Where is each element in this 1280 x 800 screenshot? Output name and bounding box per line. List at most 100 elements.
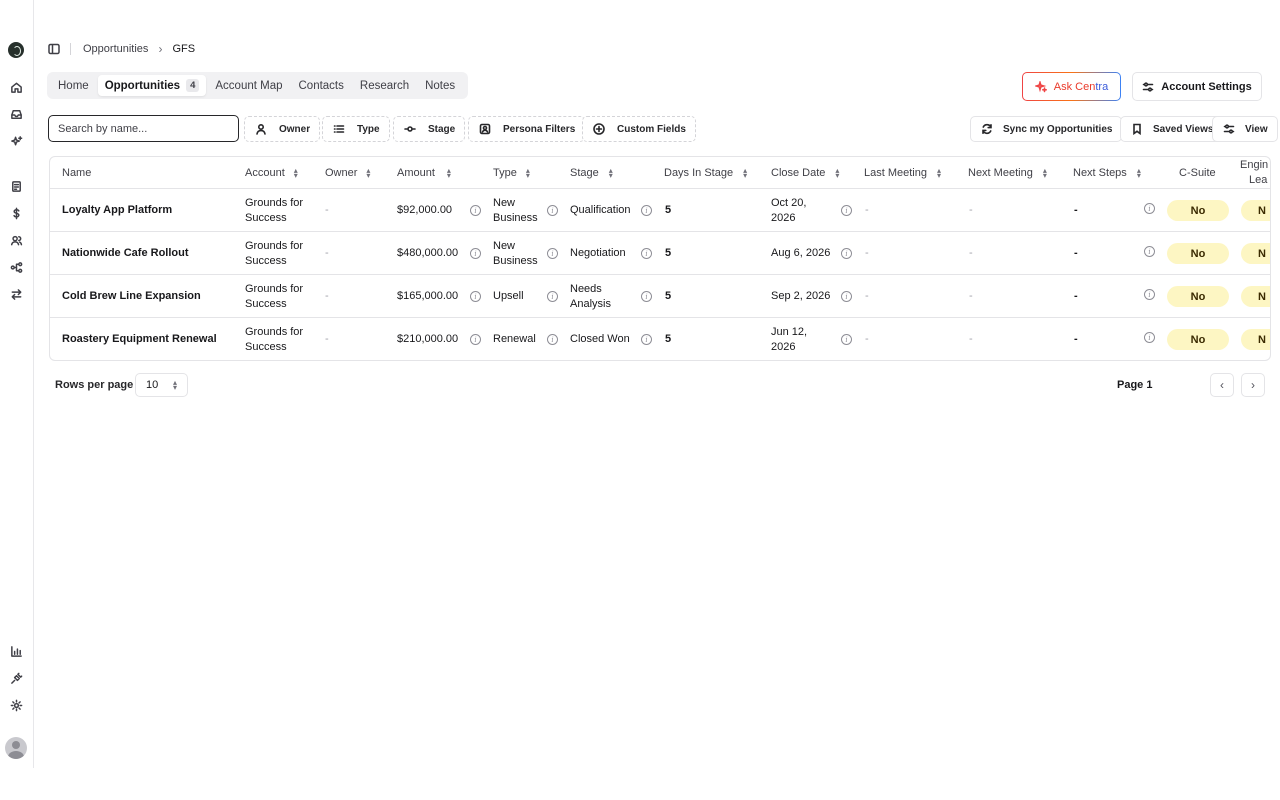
accounts-icon[interactable] xyxy=(9,179,23,193)
type-info-icon[interactable]: i xyxy=(547,334,558,345)
persona-filters-button[interactable]: Persona Filters xyxy=(468,116,586,142)
type-line1: New xyxy=(493,239,516,252)
c-suite-badge: No xyxy=(1167,200,1229,221)
column-header-name[interactable]: Name xyxy=(62,157,91,189)
ask-centra-label-start: Ask Cen xyxy=(1053,80,1096,93)
stage-filter-button[interactable]: Stage xyxy=(393,116,466,142)
opportunity-name[interactable]: Nationwide Cafe Rollout xyxy=(62,232,189,275)
stage-info-icon[interactable]: i xyxy=(641,248,652,259)
table-row[interactable]: Loyalty App Platform Grounds for Success … xyxy=(50,189,1270,232)
stage-info-icon[interactable]: i xyxy=(641,334,652,345)
sort-icon[interactable]: ▴ ▾ xyxy=(835,167,839,180)
next-steps-info-icon[interactable]: i xyxy=(1144,203,1155,214)
account-cell[interactable]: Grounds for Success xyxy=(245,232,303,275)
owner-filter-button[interactable]: Owner xyxy=(244,116,321,142)
tab-contacts[interactable]: Contacts xyxy=(292,75,351,96)
rows-per-page-select[interactable]: 10 ▴ ▾ xyxy=(135,373,188,397)
type-info-icon[interactable]: i xyxy=(547,248,558,259)
tab-home[interactable]: Home xyxy=(51,75,96,96)
column-header-close-date[interactable]: Close Date ▴ ▾ xyxy=(771,157,839,189)
app-logo[interactable] xyxy=(8,42,24,58)
opportunities-table: Name Account ▴ ▾ Owner ▴ ▾ Amount ▴ ▾ Type ▴ ▾ S… xyxy=(49,156,1271,361)
sort-icon[interactable]: ▴ ▾ xyxy=(743,167,747,180)
type-filter-button[interactable]: Type xyxy=(322,116,390,142)
inbox-icon[interactable] xyxy=(9,107,23,121)
type-info-icon[interactable]: i xyxy=(547,291,558,302)
bar-chart-icon[interactable] xyxy=(9,644,23,658)
users-icon[interactable] xyxy=(9,233,23,247)
sort-icon[interactable]: ▴ ▾ xyxy=(609,167,613,180)
breadcrumb-parent[interactable]: Opportunities xyxy=(83,43,148,55)
account-cell[interactable]: Grounds for Success xyxy=(245,275,303,318)
column-header-days-in-stage[interactable]: Days In Stage ▴ ▾ xyxy=(664,157,747,189)
tab-account-map[interactable]: Account Map xyxy=(208,75,289,96)
amount-info-icon[interactable]: i xyxy=(470,291,481,302)
opportunity-name[interactable]: Roastery Equipment Renewal xyxy=(62,318,217,360)
tab-notes[interactable]: Notes xyxy=(418,75,462,96)
dollar-icon[interactable] xyxy=(9,206,23,220)
amount-info-icon[interactable]: i xyxy=(470,205,481,216)
column-header-amount[interactable]: Amount ▴ ▾ xyxy=(397,157,451,189)
column-header-type[interactable]: Type ▴ ▾ xyxy=(493,157,530,189)
column-header-next-steps[interactable]: Next Steps ▴ ▾ xyxy=(1073,157,1141,189)
home-icon[interactable] xyxy=(9,80,23,94)
close-date-info-icon[interactable]: i xyxy=(841,291,852,302)
opportunity-name[interactable]: Cold Brew Line Expansion xyxy=(62,275,201,318)
sort-icon[interactable]: ▴ ▾ xyxy=(1043,167,1047,180)
view-button[interactable]: View xyxy=(1212,116,1278,142)
table-row[interactable]: Cold Brew Line Expansion Grounds for Succ… xyxy=(50,275,1270,318)
sort-icon[interactable]: ▴ ▾ xyxy=(526,167,530,180)
next-steps-info-icon[interactable]: i xyxy=(1144,332,1155,343)
amount-cell: $210,000.00 xyxy=(397,333,459,345)
account-cell[interactable]: Grounds for Success xyxy=(245,189,303,232)
last-meeting-cell: - xyxy=(865,333,869,345)
column-header-stage[interactable]: Stage ▴ ▾ xyxy=(570,157,613,189)
column-header-last-meeting[interactable]: Last Meeting ▴ ▾ xyxy=(864,157,941,189)
workflow-icon[interactable] xyxy=(9,260,23,274)
custom-fields-button[interactable]: Custom Fields xyxy=(582,116,696,142)
sort-icon[interactable]: ▴ ▾ xyxy=(366,167,370,180)
close-date-info-icon[interactable]: i xyxy=(841,334,852,345)
stage-info-icon[interactable]: i xyxy=(641,205,652,216)
tab-opportunities[interactable]: Opportunities 4 xyxy=(97,75,207,96)
column-label: Days In Stage xyxy=(664,167,734,179)
next-steps-info-icon[interactable]: i xyxy=(1144,289,1155,300)
next-steps-info-icon[interactable]: i xyxy=(1144,246,1155,257)
view-label: View xyxy=(1245,123,1268,135)
stage-info-icon[interactable]: i xyxy=(641,291,652,302)
user-avatar[interactable] xyxy=(5,737,27,759)
previous-page-button[interactable]: ‹ xyxy=(1210,373,1234,397)
ask-centra-button[interactable]: Ask Cen tra xyxy=(1022,72,1121,101)
search-input[interactable] xyxy=(48,115,239,142)
amount-info-icon[interactable]: i xyxy=(470,248,481,259)
sidebar-toggle-icon[interactable] xyxy=(48,43,60,55)
sort-icon[interactable]: ▴ ▾ xyxy=(447,167,451,180)
next-page-button[interactable]: › xyxy=(1241,373,1265,397)
sort-icon[interactable]: ▴ ▾ xyxy=(294,167,298,180)
close-date-info-icon[interactable]: i xyxy=(841,205,852,216)
sort-icon[interactable]: ▴ ▾ xyxy=(1137,167,1141,180)
close-date-info-icon[interactable]: i xyxy=(841,248,852,259)
c-suite-badge: No xyxy=(1167,286,1229,307)
account-settings-button[interactable]: Account Settings xyxy=(1132,72,1262,101)
transfer-icon[interactable] xyxy=(9,287,23,301)
type-info-icon[interactable]: i xyxy=(547,205,558,216)
sparkle-icon[interactable] xyxy=(9,134,23,148)
gear-icon[interactable] xyxy=(9,698,23,712)
table-row[interactable]: Nationwide Cafe Rollout Grounds for Succe… xyxy=(50,232,1270,275)
account-cell[interactable]: Grounds for Success xyxy=(245,318,303,360)
opportunity-name[interactable]: Loyalty App Platform xyxy=(62,189,172,232)
column-header-engineering-lead[interactable]: Engin Lea xyxy=(1240,157,1270,189)
type-cell: Renewal xyxy=(493,333,536,345)
sync-opportunities-button[interactable]: Sync my Opportunities xyxy=(970,116,1123,142)
saved-views-button[interactable]: Saved Views xyxy=(1120,116,1224,142)
amount-info-icon[interactable]: i xyxy=(470,334,481,345)
table-row[interactable]: Roastery Equipment Renewal Grounds for Su… xyxy=(50,318,1270,360)
integrations-icon[interactable] xyxy=(9,671,23,685)
column-header-c-suite[interactable]: C-Suite xyxy=(1179,157,1216,189)
column-header-owner[interactable]: Owner ▴ ▾ xyxy=(325,157,370,189)
column-header-next-meeting[interactable]: Next Meeting ▴ ▾ xyxy=(968,157,1047,189)
sort-icon[interactable]: ▴ ▾ xyxy=(937,167,941,180)
column-header-account[interactable]: Account ▴ ▾ xyxy=(245,157,298,189)
tab-research[interactable]: Research xyxy=(353,75,416,96)
